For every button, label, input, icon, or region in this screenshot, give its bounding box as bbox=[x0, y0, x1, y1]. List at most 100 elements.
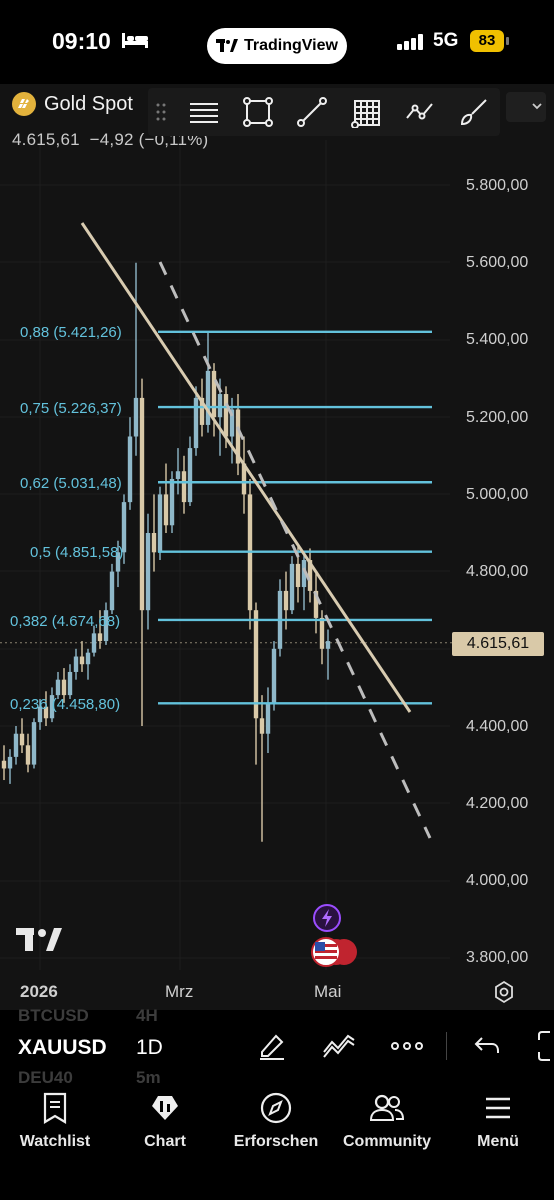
price-axis-label: 4.400,00 bbox=[466, 718, 529, 735]
event-flash-icon[interactable] bbox=[312, 903, 342, 933]
candle-body bbox=[217, 394, 223, 418]
candle-body bbox=[223, 394, 229, 437]
candle-body bbox=[193, 397, 199, 449]
toolbar-dropdown-button[interactable] bbox=[506, 92, 546, 122]
time-axis-label: Mai bbox=[314, 982, 342, 1001]
candle-body bbox=[145, 533, 151, 611]
horizontal-lines-icon[interactable] bbox=[188, 96, 220, 128]
time-axis-label: 2026 bbox=[20, 982, 58, 1001]
price-change: −4,92 bbox=[89, 130, 134, 149]
candle-body bbox=[175, 471, 181, 479]
ghost-symbol: BTCUSD bbox=[18, 1006, 89, 1025]
candle-body bbox=[109, 571, 115, 611]
nav-explore[interactable]: Erforschen bbox=[221, 1092, 331, 1151]
symbol-header[interactable]: Gold Spot bbox=[12, 92, 133, 116]
price-axis-label: 3.800,00 bbox=[466, 949, 529, 966]
nav-menu[interactable]: Menü bbox=[443, 1092, 553, 1151]
candle-body bbox=[283, 590, 289, 611]
candle-body bbox=[25, 745, 31, 765]
candle-body bbox=[151, 533, 157, 553]
symbol-selector[interactable]: XAUUSD bbox=[18, 1036, 107, 1060]
community-icon bbox=[369, 1094, 405, 1121]
fib-level-label: 0,236 (4.458,80) bbox=[10, 696, 121, 713]
candle-body bbox=[319, 617, 325, 649]
compass-icon bbox=[260, 1092, 292, 1124]
nav-watchlist[interactable]: Watchlist bbox=[0, 1092, 110, 1151]
menu-icon bbox=[486, 1097, 510, 1119]
grid-icon[interactable] bbox=[350, 96, 382, 128]
chart-settings-icon[interactable] bbox=[492, 980, 516, 1004]
ghost-symbol: DEU40 bbox=[18, 1068, 73, 1087]
gold-icon bbox=[12, 92, 36, 116]
economic-events-icon[interactable] bbox=[310, 936, 360, 968]
price-axis-label: 5.200,00 bbox=[466, 409, 529, 426]
timeframe-selector[interactable]: 1D bbox=[136, 1036, 163, 1060]
price-axis-label: 5.400,00 bbox=[466, 331, 529, 348]
candle-body bbox=[55, 679, 61, 696]
candle-body bbox=[31, 722, 37, 765]
candle-body bbox=[79, 656, 85, 665]
current-price-tag: 4.615,61 bbox=[452, 632, 544, 656]
price-axis-label: 5.600,00 bbox=[466, 254, 529, 271]
drawing-toolbar bbox=[148, 88, 500, 136]
price-axis-label: 4.800,00 bbox=[466, 563, 529, 580]
fib-level-label: 0,5 (4.851,58) bbox=[30, 544, 124, 561]
candle-body bbox=[181, 471, 187, 503]
candle-body bbox=[1, 760, 7, 769]
candle-body bbox=[19, 733, 25, 746]
chevron-down-icon bbox=[532, 103, 542, 110]
price-axis-label: 4.000,00 bbox=[466, 872, 529, 889]
trend-line-dashed bbox=[158, 261, 432, 839]
candle-body bbox=[127, 436, 133, 503]
time-axis-label: Mrz bbox=[165, 982, 194, 1001]
candle-body bbox=[73, 656, 79, 672]
fib-level-label: 0,62 (5.031,48) bbox=[20, 475, 122, 492]
fib-level-label: 0,382 (4.674,68) bbox=[10, 613, 121, 630]
candle-body bbox=[97, 633, 103, 642]
brush-icon[interactable] bbox=[458, 96, 490, 128]
rectangle-icon[interactable] bbox=[242, 96, 274, 128]
drag-handle-icon[interactable] bbox=[156, 102, 166, 122]
ghost-timeframe: 4H bbox=[136, 1006, 158, 1025]
candle-body bbox=[211, 370, 217, 418]
chart-icon bbox=[152, 1096, 178, 1120]
candle-body bbox=[253, 610, 259, 719]
candle-body bbox=[67, 671, 73, 696]
trend-line-icon[interactable] bbox=[296, 96, 328, 128]
fullscreen-icon[interactable] bbox=[536, 1030, 554, 1062]
candle-body bbox=[325, 641, 331, 649]
fib-level-label: 0,88 (5.421,26) bbox=[20, 324, 122, 341]
watchlist-icon bbox=[43, 1092, 67, 1124]
candle-body bbox=[289, 563, 295, 611]
divider bbox=[446, 1032, 447, 1060]
candle-body bbox=[133, 397, 139, 437]
price-axis-label: 4.200,00 bbox=[466, 795, 529, 812]
undo-icon[interactable] bbox=[472, 1030, 502, 1060]
price-axis-label: 5.800,00 bbox=[466, 177, 529, 194]
ghost-timeframe: 5m bbox=[136, 1068, 161, 1087]
candle-body bbox=[13, 733, 19, 757]
candle-body bbox=[163, 494, 169, 526]
indicators-icon[interactable] bbox=[322, 1030, 356, 1062]
candle-body bbox=[91, 633, 97, 653]
price-axis-label: 5.000,00 bbox=[466, 486, 529, 503]
candle-body bbox=[187, 448, 193, 503]
candle-body bbox=[205, 370, 211, 425]
candle-body bbox=[295, 563, 301, 588]
fib-level-label: 0,75 (5.226,37) bbox=[20, 400, 122, 417]
candle-body bbox=[139, 397, 145, 611]
candle-body bbox=[259, 718, 265, 734]
candle-body bbox=[85, 652, 91, 665]
nav-community[interactable]: Community bbox=[332, 1092, 442, 1151]
candle-body bbox=[157, 494, 163, 553]
candle-body bbox=[169, 478, 175, 526]
nav-chart[interactable]: Chart bbox=[110, 1092, 220, 1151]
last-price: 4.615,61 bbox=[12, 130, 80, 149]
candle-body bbox=[7, 756, 13, 769]
symbol-name: Gold Spot bbox=[44, 92, 133, 115]
candle-body bbox=[271, 648, 277, 703]
pattern-icon[interactable] bbox=[404, 96, 436, 128]
drawing-pen-icon[interactable] bbox=[256, 1030, 288, 1062]
tradingview-watermark-icon bbox=[16, 928, 62, 951]
more-options-icon[interactable] bbox=[390, 1040, 424, 1052]
